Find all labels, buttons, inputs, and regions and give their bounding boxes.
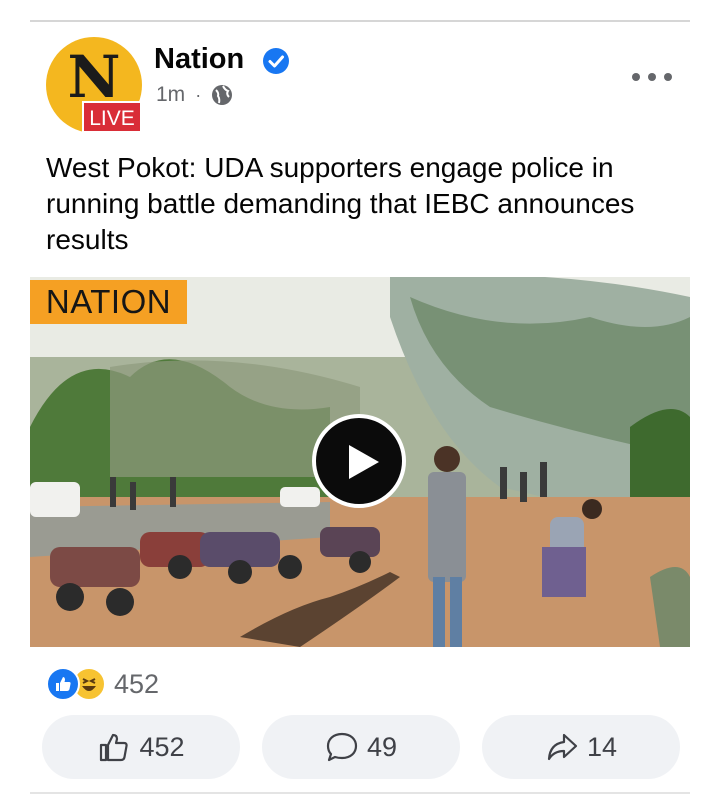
reactions-summary[interactable]: 452 xyxy=(46,666,159,702)
meta-separator: · xyxy=(195,84,202,105)
top-divider xyxy=(30,20,690,22)
video-thumbnail[interactable]: NATION xyxy=(30,277,690,647)
more-options-button[interactable] xyxy=(632,65,672,89)
comment-button[interactable]: 49 xyxy=(262,715,460,779)
more-dot xyxy=(632,73,640,81)
live-badge: LIVE xyxy=(82,101,142,133)
comment-bubble-icon xyxy=(326,732,358,762)
post-time[interactable]: 1m xyxy=(156,83,185,107)
bottom-divider xyxy=(30,792,690,794)
page-avatar[interactable]: N LIVE xyxy=(46,37,142,133)
share-button[interactable]: 14 xyxy=(482,715,680,779)
page-name[interactable]: Nation xyxy=(154,43,244,76)
like-reaction-icon xyxy=(46,667,80,701)
post-header: N LIVE Nation 1m · xyxy=(46,37,676,133)
share-arrow-icon xyxy=(547,733,578,761)
video-brand-tag: NATION xyxy=(30,280,187,324)
globe-icon xyxy=(212,85,233,105)
post-text: West Pokot: UDA supporters engage police… xyxy=(46,152,635,255)
avatar-letter: N xyxy=(67,43,121,111)
comment-count: 49 xyxy=(366,731,398,762)
play-icon xyxy=(349,445,379,479)
share-count: 14 xyxy=(586,731,618,762)
post-actions-bar: 452 49 14 xyxy=(42,715,680,779)
reaction-count: 452 xyxy=(114,668,160,699)
post-meta: 1m · xyxy=(156,83,233,107)
thumbs-up-icon xyxy=(100,733,129,762)
verified-check-icon xyxy=(263,48,289,74)
like-count: 452 xyxy=(139,731,185,762)
like-button[interactable]: 452 xyxy=(42,715,240,779)
play-button[interactable] xyxy=(312,414,406,508)
more-dot xyxy=(664,73,672,81)
more-dot xyxy=(648,73,656,81)
